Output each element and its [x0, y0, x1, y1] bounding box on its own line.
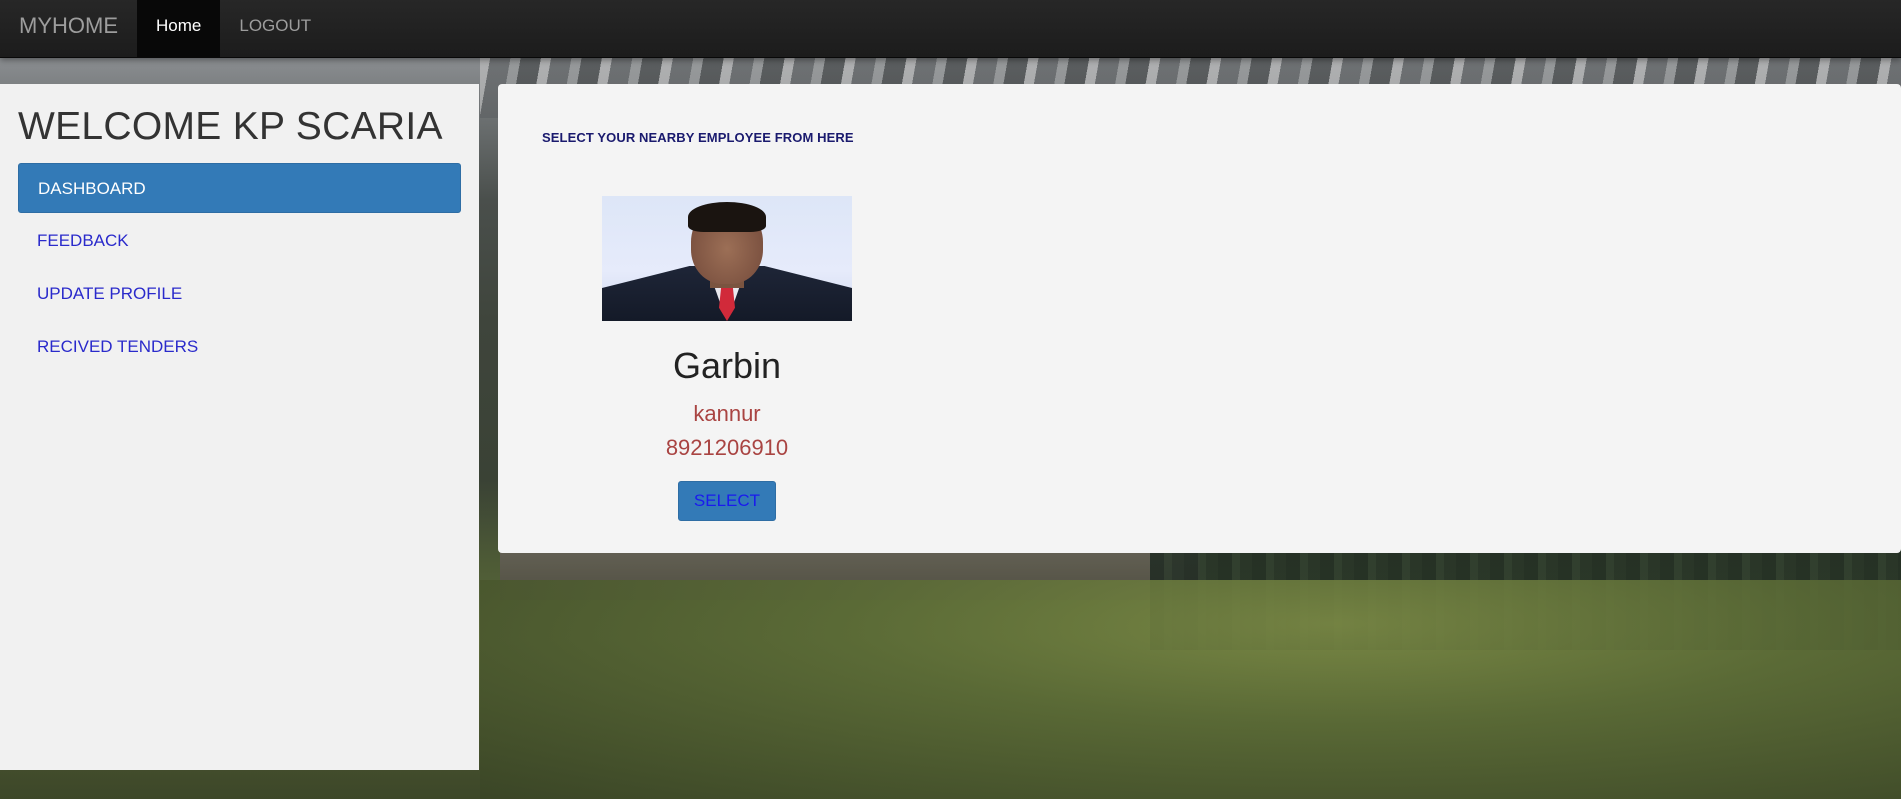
sidebar: WELCOME KP SCARIA DASHBOARD FEEDBACK UPD…: [0, 84, 479, 770]
employee-phone: 8921206910: [665, 435, 789, 460]
sidebar-item-recived-tenders-row: RECIVED TENDERS: [18, 322, 461, 372]
employee-name: Garbin: [672, 345, 782, 386]
sidebar-item-recived-tenders[interactable]: RECIVED TENDERS: [18, 322, 461, 372]
main-panel: SELECT YOUR NEARBY EMPLOYEE FROM HERE Ga…: [498, 84, 1901, 553]
sidebar-item-dashboard-row: DASHBOARD: [18, 162, 461, 213]
sidebar-item-feedback[interactable]: FEEDBACK: [18, 216, 461, 266]
sidebar-item-update-profile[interactable]: UPDATE PROFILE: [18, 269, 461, 319]
select-employee-button[interactable]: SELECT: [677, 481, 777, 521]
nav-logout[interactable]: LOGOUT: [220, 0, 330, 57]
welcome-title: WELCOME KP SCARIA: [18, 105, 443, 148]
top-navbar: MYHOME Home LOGOUT: [0, 0, 1901, 58]
sidebar-item-update-profile-row: UPDATE PROFILE: [18, 269, 461, 319]
nav-home[interactable]: Home: [137, 0, 221, 58]
employee-card: Garbin kannur 8921206910 SELECT: [602, 196, 852, 521]
employee-photo: [602, 196, 852, 321]
sidebar-item-feedback-row: FEEDBACK: [18, 216, 461, 266]
photo-hair-shape: [688, 202, 766, 232]
employee-place: kannur: [693, 401, 761, 426]
brand-link[interactable]: MYHOME: [0, 0, 137, 57]
sidebar-menu: DASHBOARD FEEDBACK UPDATE PROFILE RECIVE…: [18, 162, 461, 372]
sidebar-item-dashboard[interactable]: DASHBOARD: [18, 162, 461, 213]
background-meadow: [480, 580, 1901, 799]
panel-heading: SELECT YOUR NEARBY EMPLOYEE FROM HERE: [542, 130, 854, 145]
